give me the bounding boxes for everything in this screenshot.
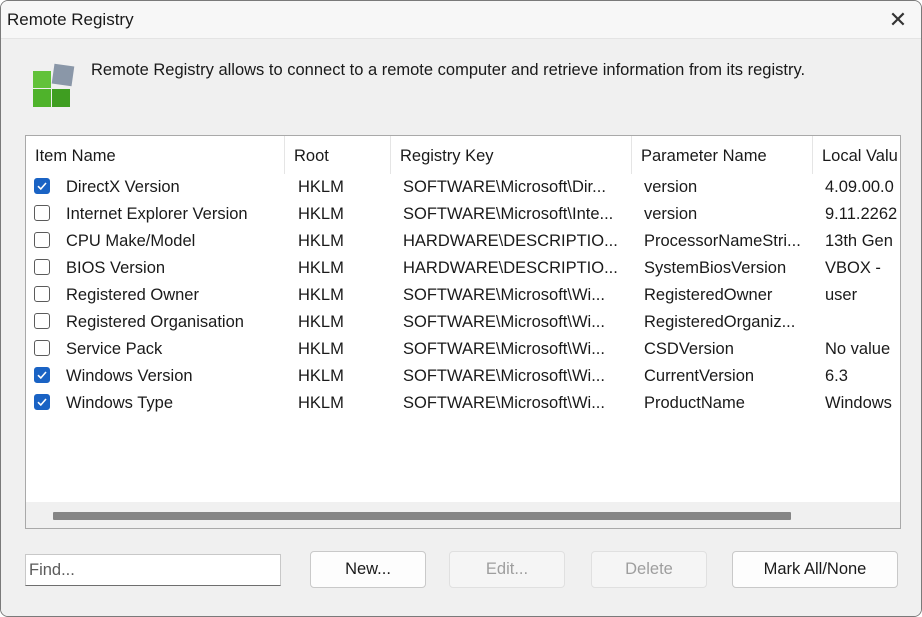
cell-item-name: BIOS Version — [66, 259, 166, 277]
cell-local-value: 6.3 — [825, 367, 848, 385]
remote-registry-dialog: Remote Registry ✕ Remote Registry allows… — [0, 0, 922, 617]
cell-parameter-name: RegisteredOrganiz... — [644, 313, 796, 331]
cell-root: HKLM — [298, 340, 344, 358]
table-row[interactable]: BIOS Version HKLM HARDWARE\DESCRIPTIO... Sy… — [26, 255, 900, 282]
dialog-body: Remote Registry allows to connect to a r… — [1, 39, 921, 616]
table-row[interactable]: Windows Type HKLM SOFTWARE\Microsoft\Wi...… — [26, 390, 900, 417]
cell-registry-key: SOFTWARE\Microsoft\Wi... — [403, 286, 605, 304]
column-header-root[interactable]: Root — [285, 136, 391, 174]
table-row[interactable]: Registered Organisation HKLM SOFTWARE\Micr… — [26, 309, 900, 336]
table-row[interactable]: Service Pack HKLM SOFTWARE\Microsoft\Wi...… — [26, 336, 900, 363]
cell-item-name: Windows Version — [66, 367, 193, 385]
cell-parameter-name: SystemBiosVersion — [644, 259, 787, 277]
cell-registry-key: SOFTWARE\Microsoft\Dir... — [403, 178, 606, 196]
cell-root: HKLM — [298, 367, 344, 385]
row-checkbox[interactable] — [34, 286, 50, 302]
cell-local-value: 13th Gen — [825, 232, 893, 250]
cell-registry-key: SOFTWARE\Microsoft\Wi... — [403, 313, 605, 331]
cell-item-name: Registered Owner — [66, 286, 199, 304]
row-checkbox[interactable] — [34, 367, 50, 383]
cell-item-name: CPU Make/Model — [66, 232, 196, 250]
cell-registry-key: HARDWARE\DESCRIPTIO... — [403, 232, 618, 250]
cell-parameter-name: version — [644, 178, 698, 196]
column-header-local-value[interactable]: Local Valu — [813, 136, 900, 174]
cell-root: HKLM — [298, 232, 344, 250]
column-header-parameter-name[interactable]: Parameter Name — [632, 136, 813, 174]
mark-all-none-button[interactable]: Mark All/None — [732, 551, 898, 588]
cell-registry-key: HARDWARE\DESCRIPTIO... — [403, 259, 618, 277]
scrollbar-thumb[interactable] — [53, 512, 791, 520]
description-text: Remote Registry allows to connect to a r… — [91, 61, 806, 79]
cell-parameter-name: ProductName — [644, 394, 745, 412]
cell-parameter-name: CurrentVersion — [644, 367, 755, 385]
checkmark-icon — [37, 371, 47, 380]
cell-local-value — [825, 309, 900, 336]
cell-parameter-name: CSDVersion — [644, 340, 734, 358]
cell-item-name: Internet Explorer Version — [66, 205, 248, 223]
new-button[interactable]: New... — [310, 551, 426, 588]
find-input[interactable] — [25, 554, 281, 586]
table-row[interactable]: Windows Version HKLM SOFTWARE\Microsoft\Wi… — [26, 363, 900, 390]
column-header-registry-key[interactable]: Registry Key — [391, 136, 632, 174]
checkmark-icon — [37, 398, 47, 407]
cell-registry-key: SOFTWARE\Microsoft\Inte... — [403, 205, 614, 223]
cell-root: HKLM — [298, 259, 344, 277]
cell-item-name: Windows Type — [66, 394, 173, 412]
cell-parameter-name: ProcessorNameStri... — [644, 232, 801, 250]
cell-root: HKLM — [298, 394, 344, 412]
cell-local-value: Windows — [825, 394, 892, 412]
table-row[interactable]: Registered Owner HKLM SOFTWARE\Microsoft\W… — [26, 282, 900, 309]
cell-local-value: No value — [825, 340, 891, 358]
cell-registry-key: SOFTWARE\Microsoft\Wi... — [403, 340, 605, 358]
cell-parameter-name: RegisteredOwner — [644, 286, 773, 304]
row-checkbox[interactable] — [34, 205, 50, 221]
cell-local-value: user — [825, 286, 858, 304]
cell-root: HKLM — [298, 313, 344, 331]
table-row[interactable]: DirectX Version HKLM SOFTWARE\Microsoft\Di… — [26, 174, 900, 201]
close-button[interactable]: ✕ — [875, 1, 921, 38]
edit-button[interactable]: Edit... — [449, 551, 565, 588]
row-checkbox[interactable] — [34, 394, 50, 410]
window-title: Remote Registry — [7, 10, 134, 29]
cell-local-value: 4.09.00.0 — [825, 178, 894, 196]
cell-root: HKLM — [298, 205, 344, 223]
cell-item-name: DirectX Version — [66, 178, 180, 196]
title-bar: Remote Registry ✕ — [1, 1, 921, 39]
checkmark-icon — [37, 182, 47, 191]
horizontal-scrollbar[interactable] — [26, 502, 900, 528]
delete-button[interactable]: Delete — [591, 551, 707, 588]
close-icon: ✕ — [888, 6, 908, 32]
cell-registry-key: SOFTWARE\Microsoft\Wi... — [403, 367, 605, 385]
registry-logo-icon — [33, 63, 75, 107]
cell-item-name: Registered Organisation — [66, 313, 244, 331]
table-row[interactable]: CPU Make/Model HKLM HARDWARE\DESCRIPTIO...… — [26, 228, 900, 255]
table-row[interactable]: Internet Explorer Version HKLM SOFTWARE\Mi… — [26, 201, 900, 228]
row-checkbox[interactable] — [34, 340, 50, 356]
cell-root: HKLM — [298, 286, 344, 304]
registry-items-list[interactable]: Item Name Root Registry Key Parameter Na… — [25, 135, 901, 529]
cell-registry-key: SOFTWARE\Microsoft\Wi... — [403, 394, 605, 412]
cell-local-value: VBOX - — [825, 259, 881, 277]
column-header-item-name[interactable]: Item Name — [26, 136, 285, 174]
row-checkbox[interactable] — [34, 259, 50, 275]
row-checkbox[interactable] — [34, 232, 50, 248]
row-checkbox[interactable] — [34, 313, 50, 329]
cell-parameter-name: version — [644, 205, 698, 223]
cell-local-value: 9.11.2262 — [825, 205, 898, 223]
cell-item-name: Service Pack — [66, 340, 163, 358]
cell-root: HKLM — [298, 178, 344, 196]
row-checkbox[interactable] — [34, 178, 50, 194]
list-header: Item Name Root Registry Key Parameter Na… — [26, 136, 900, 174]
